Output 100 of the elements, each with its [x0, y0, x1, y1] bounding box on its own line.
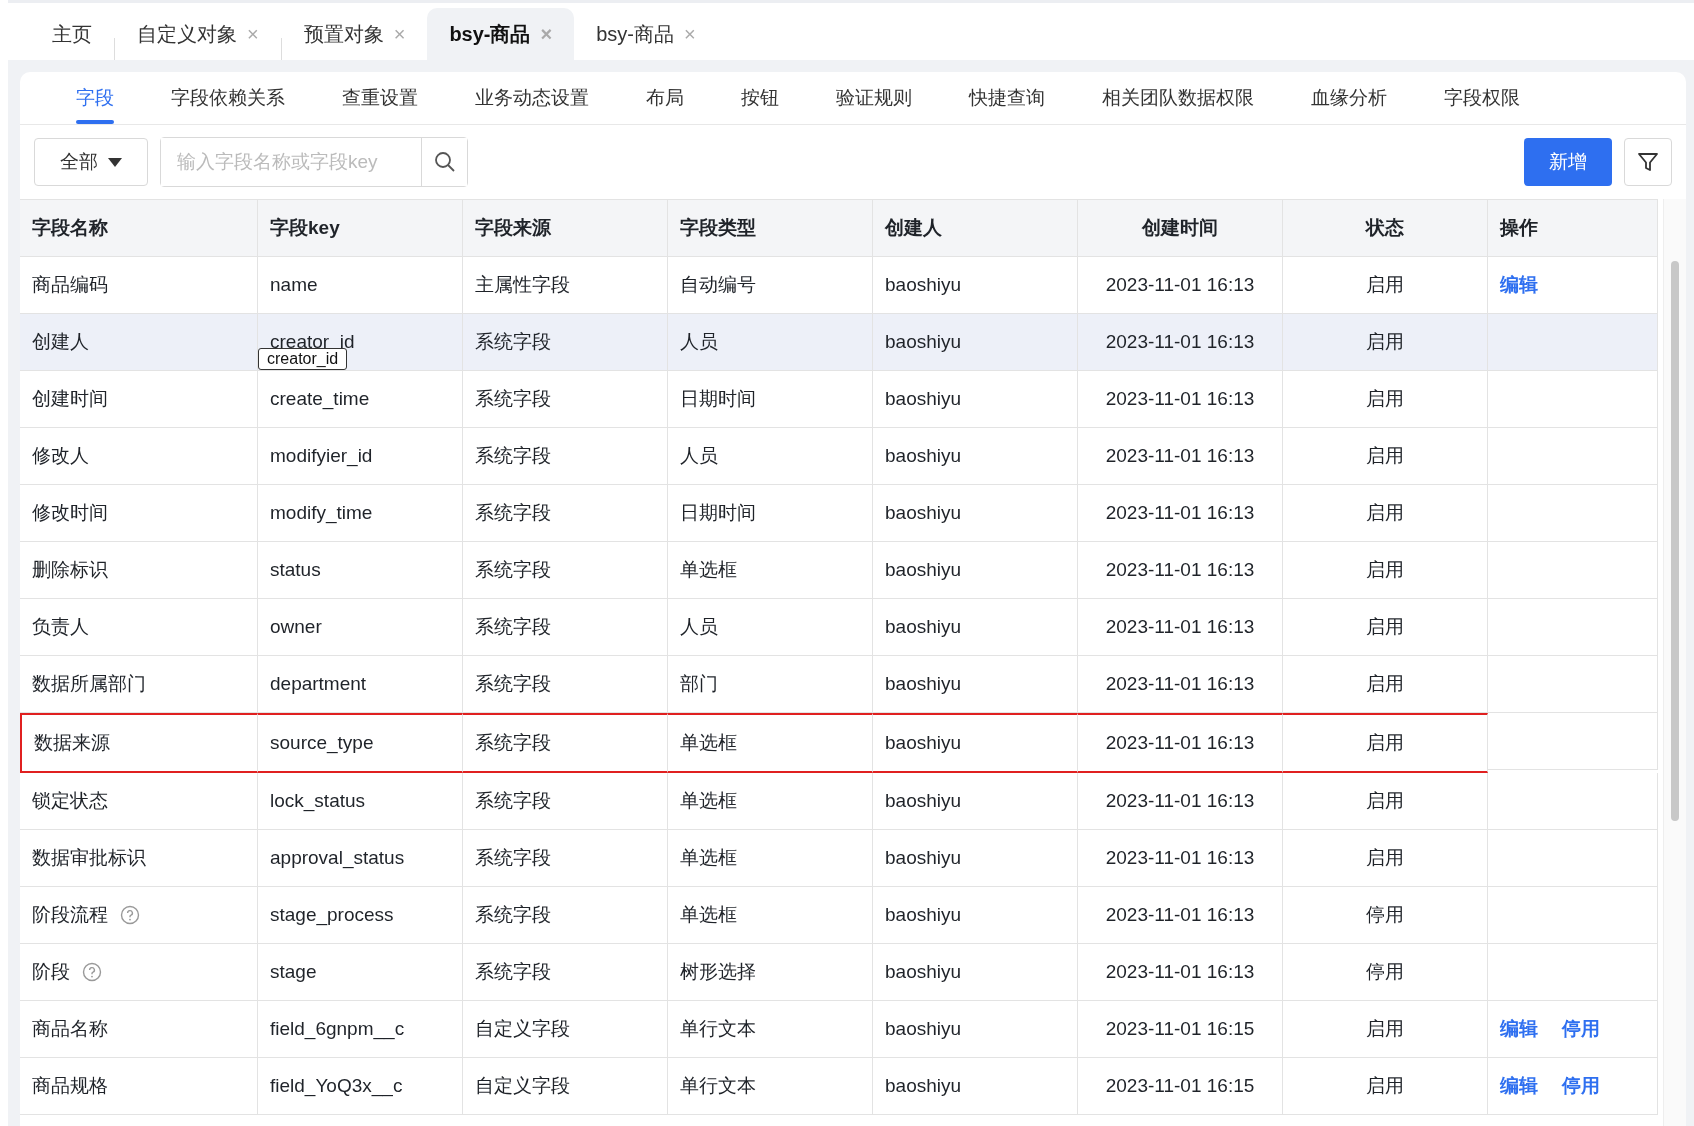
- section-tab[interactable]: 字段: [76, 72, 114, 124]
- search-icon: [433, 151, 456, 173]
- section-tab[interactable]: 查重设置: [342, 72, 418, 124]
- table-cell: 自定义字段: [463, 1001, 668, 1058]
- section-tab[interactable]: 按钮: [741, 72, 779, 124]
- table-cell: 启用: [1283, 542, 1488, 599]
- column-header: 字段key: [258, 199, 463, 257]
- section-tab[interactable]: 布局: [646, 72, 684, 124]
- table-cell: 系统字段: [463, 944, 668, 1001]
- table-cell: 系统字段: [463, 713, 668, 773]
- add-button[interactable]: 新增: [1524, 138, 1612, 186]
- tab-label: 自定义对象: [137, 21, 237, 47]
- column-header: 创建人: [873, 199, 1078, 257]
- table-cell: baoshiyu: [873, 830, 1078, 887]
- action-link[interactable]: 编辑: [1500, 272, 1538, 298]
- table-cell: 删除标识: [20, 542, 258, 599]
- help-icon[interactable]: [120, 905, 140, 925]
- filter-button[interactable]: [1624, 138, 1672, 186]
- page-tab[interactable]: bsy-商品 ×: [427, 8, 575, 60]
- table-cell: baoshiyu: [873, 485, 1078, 542]
- table-cell: baoshiyu: [873, 428, 1078, 485]
- table-cell: department: [258, 656, 463, 713]
- table-cell: 2023-11-01 16:13: [1078, 428, 1283, 485]
- action-link[interactable]: 编辑: [1500, 1073, 1538, 1099]
- table-cell: 2023-11-01 16:15: [1078, 1001, 1283, 1058]
- page-tab[interactable]: 自定义对象 ×: [115, 8, 281, 60]
- page-tab[interactable]: 预置对象 ×: [281, 8, 428, 60]
- table-cell: 停用: [1283, 944, 1488, 1001]
- scrollbar-thumb[interactable]: [1671, 261, 1679, 821]
- table-cell: 部门: [668, 656, 873, 713]
- table-cell: 单选框: [668, 542, 873, 599]
- section-tab[interactable]: 相关团队数据权限: [1102, 72, 1254, 124]
- column-header: 字段类型: [668, 199, 873, 257]
- section-tab[interactable]: 字段权限: [1444, 72, 1520, 124]
- table-cell: 启用: [1283, 1001, 1488, 1058]
- help-icon[interactable]: [82, 962, 102, 982]
- table-cell: stage_process: [258, 887, 463, 944]
- table-cell: 单选框: [668, 887, 873, 944]
- page-tab[interactable]: 主页: [30, 8, 114, 60]
- section-tab[interactable]: 字段依赖关系: [171, 72, 285, 124]
- table-cell: 系统字段: [463, 371, 668, 428]
- table-cell: baoshiyu: [873, 371, 1078, 428]
- table-cell: 商品名称: [20, 1001, 258, 1058]
- table-cell: 2023-11-01 16:13: [1078, 830, 1283, 887]
- search-field[interactable]: 输入字段名称或字段key: [160, 137, 468, 187]
- table-cell: source_type: [258, 713, 463, 773]
- table-cell: 单行文本: [668, 1058, 873, 1115]
- table-cell: baoshiyu: [873, 944, 1078, 1001]
- table-cell: 2023-11-01 16:13: [1078, 314, 1283, 371]
- search-button[interactable]: [421, 138, 467, 186]
- section-tab[interactable]: 快捷查询: [969, 72, 1045, 124]
- scope-select[interactable]: 全部: [34, 138, 148, 186]
- table-cell: 创建时间: [20, 371, 258, 428]
- table-cell: 单选框: [668, 773, 873, 830]
- table-cell: 人员: [668, 599, 873, 656]
- table-cell: 启用: [1283, 1058, 1488, 1115]
- table-cell: modifyier_id: [258, 428, 463, 485]
- action-link[interactable]: 停用: [1562, 1016, 1600, 1042]
- table-cell: 2023-11-01 16:13: [1078, 887, 1283, 944]
- table-cell: 启用: [1283, 428, 1488, 485]
- section-tab[interactable]: 血缘分析: [1311, 72, 1387, 124]
- table-cell: baoshiyu: [873, 773, 1078, 830]
- table-cell: 商品编码: [20, 257, 258, 314]
- table-cell: 锁定状态: [20, 773, 258, 830]
- action-link[interactable]: 编辑: [1500, 1016, 1538, 1042]
- table-cell: 启用: [1283, 713, 1488, 773]
- table-cell: 2023-11-01 16:13: [1078, 944, 1283, 1001]
- table-cell: modify_time: [258, 485, 463, 542]
- table-cell: 2023-11-01 16:13: [1078, 599, 1283, 656]
- table-cell: field_6gnpm__c: [258, 1001, 463, 1058]
- table-cell: 修改时间: [20, 485, 258, 542]
- page-tab[interactable]: bsy-商品 ×: [574, 8, 718, 60]
- tooltip: creator_id: [258, 348, 348, 370]
- table-cell: 商品规格: [20, 1058, 258, 1115]
- table-cell: 启用: [1283, 257, 1488, 314]
- table-cell: baoshiyu: [873, 713, 1078, 773]
- table-cell: 2023-11-01 16:13: [1078, 371, 1283, 428]
- table-cell: approval_status: [258, 830, 463, 887]
- table-cell: 2023-11-01 16:13: [1078, 485, 1283, 542]
- table-cell: 自定义字段: [463, 1058, 668, 1115]
- action-link[interactable]: 停用: [1562, 1073, 1600, 1099]
- table-cell: 系统字段: [463, 773, 668, 830]
- field-name: 阶段流程: [32, 903, 108, 927]
- table-cell: baoshiyu: [873, 599, 1078, 656]
- table-cell: 数据所属部门: [20, 656, 258, 713]
- table-cell: 2023-11-01 16:13: [1078, 773, 1283, 830]
- table-cell: 系统字段: [463, 314, 668, 371]
- table-cell: 人员: [668, 314, 873, 371]
- table-cell: creator_id creator_id: [258, 314, 463, 371]
- section-tab[interactable]: 验证规则: [836, 72, 912, 124]
- section-tab[interactable]: 业务动态设置: [475, 72, 589, 124]
- table-cell: 负责人: [20, 599, 258, 656]
- table-cell: 启用: [1283, 656, 1488, 713]
- table-cell: baoshiyu: [873, 656, 1078, 713]
- table-cell: baoshiyu: [873, 314, 1078, 371]
- table-cell: 停用: [1283, 887, 1488, 944]
- table-cell: 系统字段: [463, 485, 668, 542]
- caret-icon: [108, 157, 122, 167]
- table-cell: 启用: [1283, 314, 1488, 371]
- column-header: 状态: [1283, 199, 1488, 257]
